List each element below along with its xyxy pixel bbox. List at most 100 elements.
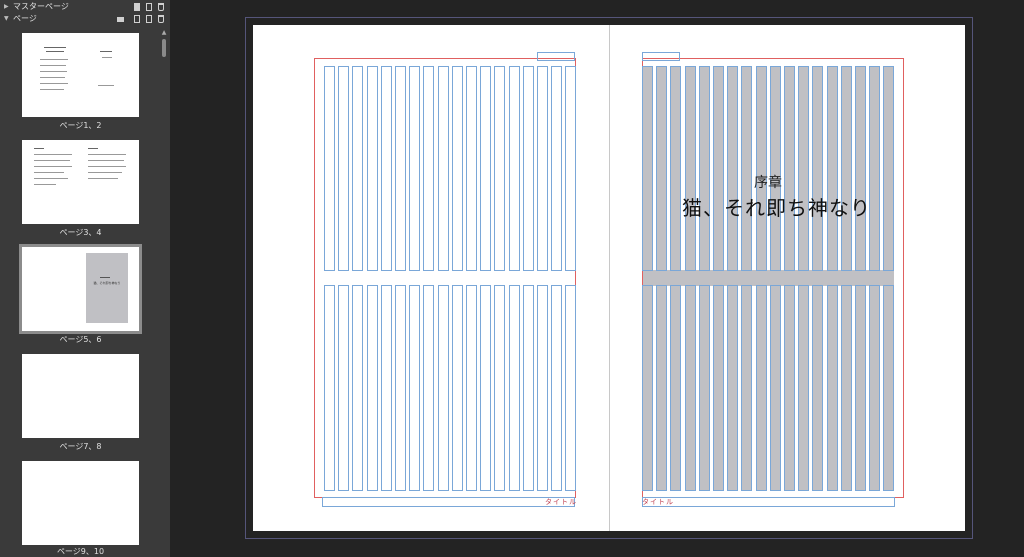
mini-text xyxy=(88,166,126,167)
frame-grid-column xyxy=(869,66,881,271)
page-label: ページ7、8 xyxy=(59,442,102,451)
frame-grid-column xyxy=(522,66,534,271)
frame-grid-column xyxy=(755,285,767,491)
frame-grid-column xyxy=(565,285,577,491)
frame-grid-column xyxy=(713,66,724,271)
frame-grid-column xyxy=(565,66,577,271)
page-thumbnail-7-8[interactable] xyxy=(22,354,139,438)
spread-view-icon[interactable] xyxy=(117,17,124,22)
frame-grid-column xyxy=(324,66,335,271)
frame-grid-column xyxy=(395,285,406,491)
mini-text xyxy=(34,178,68,179)
frame-grid-column xyxy=(656,285,668,491)
master-page-icon[interactable] xyxy=(134,3,140,11)
frame-grid-column xyxy=(670,66,682,271)
frame-grid-column xyxy=(840,285,852,491)
mini-text xyxy=(102,57,112,58)
scroll-up-icon[interactable]: ▲ xyxy=(161,29,167,36)
frame-grid-column xyxy=(451,66,463,271)
mini-gray-page xyxy=(86,253,128,323)
frame-grid-column xyxy=(324,285,335,491)
frame-grid-column xyxy=(755,66,767,271)
expand-triangle-icon[interactable]: ▶ xyxy=(4,1,9,13)
mini-text xyxy=(34,172,64,173)
frame-grid-column xyxy=(812,285,824,491)
mini-text xyxy=(88,154,126,155)
mini-text xyxy=(44,47,66,48)
frame-grid-column xyxy=(480,285,492,491)
frame-grid-column xyxy=(551,285,563,491)
mini-text xyxy=(34,148,44,149)
pages-panel: ▶ マスターページ ▼ ページ ▲ ページ1、2 ページ3、4 猫、それ即ち神な… xyxy=(0,0,170,557)
frame-grid-column xyxy=(423,285,435,491)
frame-grid-column xyxy=(769,285,781,491)
frame-grid-column xyxy=(727,285,739,491)
frame-grid-column xyxy=(869,285,881,491)
frame-grid-column xyxy=(684,66,696,271)
chapter-title[interactable]: 猫、それ即ち神なり xyxy=(682,192,871,221)
mini-chapter-title: 猫、それ即ち神なり xyxy=(93,281,121,285)
frame-grid-column xyxy=(551,66,563,271)
mini-text xyxy=(34,154,72,155)
duplicate-page-icon[interactable] xyxy=(146,15,152,23)
page-label: ページ9、10 xyxy=(56,547,105,556)
mini-text xyxy=(40,59,68,60)
page-label: ページ1、2 xyxy=(59,121,102,130)
frame-grid-column xyxy=(784,285,795,491)
mini-text xyxy=(34,166,72,167)
frame-grid-column xyxy=(366,285,378,491)
master-pages-label: マスターページ xyxy=(13,2,69,11)
scrollbar-thumb[interactable] xyxy=(162,39,166,57)
frame-grid-column xyxy=(508,285,520,491)
frame-grid-column xyxy=(698,285,710,491)
frame-grid-column xyxy=(784,66,795,271)
delete-icon[interactable] xyxy=(158,3,164,11)
mini-text xyxy=(100,277,110,278)
page-thumbnail-3-4[interactable] xyxy=(22,140,139,224)
mini-text xyxy=(34,160,70,161)
new-page-icon[interactable] xyxy=(134,15,140,23)
left-footer-frame[interactable] xyxy=(322,497,575,507)
mini-text xyxy=(88,160,124,161)
frame-grid-column xyxy=(855,66,866,271)
frame-grid-column xyxy=(642,66,653,271)
master-pages-header[interactable]: ▶ マスターページ xyxy=(0,1,170,13)
page-thumbnail-9-10[interactable] xyxy=(22,461,139,545)
page-thumbnail-1-2[interactable] xyxy=(22,33,139,117)
frame-grid-column xyxy=(741,285,753,491)
frame-grid-column xyxy=(466,66,477,271)
delete-icon[interactable] xyxy=(158,15,164,23)
left-nombre-frame[interactable] xyxy=(537,52,575,61)
pages-label: ページ xyxy=(13,14,37,23)
frame-grid-column xyxy=(480,66,492,271)
frame-grid-column xyxy=(840,66,852,271)
frame-grid-column xyxy=(812,66,824,271)
frame-grid-column xyxy=(713,285,724,491)
mini-text xyxy=(88,148,98,149)
mini-text xyxy=(40,65,66,66)
chapter-label[interactable]: 序章 xyxy=(754,172,782,192)
frame-grid-column xyxy=(366,66,378,271)
frame-grid-column xyxy=(494,66,506,271)
right-running-title: タイトル xyxy=(642,498,674,506)
frame-grid-column xyxy=(352,285,364,491)
frame-grid-column xyxy=(826,285,838,491)
frame-grid-column xyxy=(395,66,406,271)
new-page-icon[interactable] xyxy=(146,3,152,11)
pages-header[interactable]: ▼ ページ xyxy=(0,13,170,25)
page-label: ページ5、6 xyxy=(59,335,102,344)
right-nombre-frame[interactable] xyxy=(642,52,680,61)
page-thumbnail-5-6[interactable]: 猫、それ即ち神なり xyxy=(19,244,142,334)
mini-text xyxy=(40,77,65,78)
frame-grid-column xyxy=(670,285,682,491)
frame-grid-column xyxy=(522,285,534,491)
frame-grid-column xyxy=(494,285,506,491)
frame-grid-column xyxy=(537,66,548,271)
collapse-triangle-icon[interactable]: ▼ xyxy=(4,13,9,25)
frame-grid-column xyxy=(437,66,449,271)
left-running-title: タイトル xyxy=(545,498,577,506)
frame-grid-column xyxy=(466,285,477,491)
right-footer-frame[interactable] xyxy=(642,497,895,507)
frame-grid-column xyxy=(769,66,781,271)
frame-grid-column xyxy=(451,285,463,491)
